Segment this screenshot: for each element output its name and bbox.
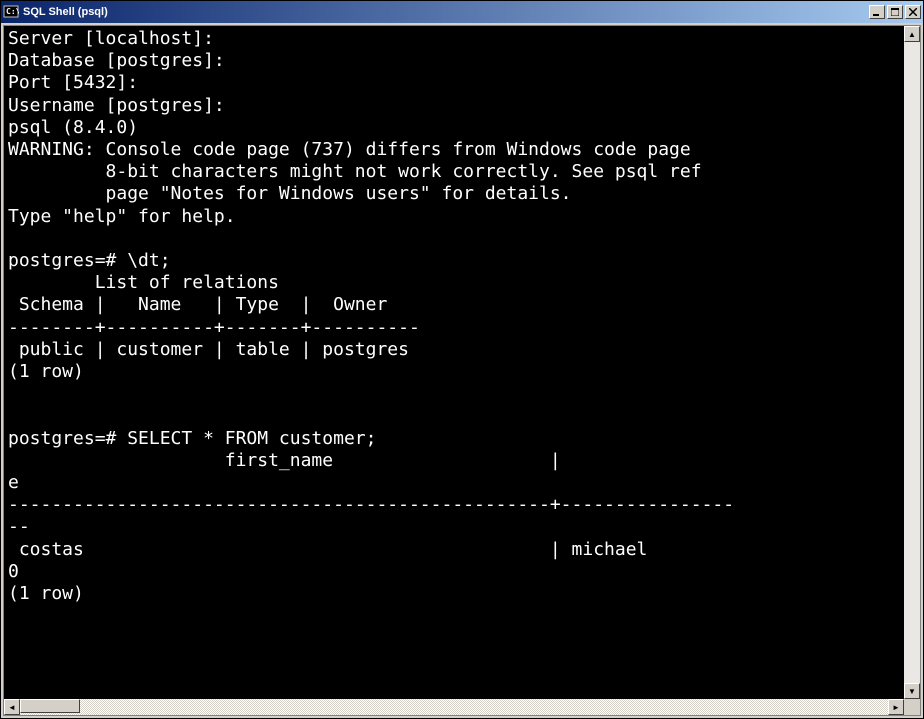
line-username: Username [postgres]:: [8, 95, 225, 116]
line-warning3: page "Notes for Windows users" for detai…: [8, 183, 572, 204]
line-dt-sep: --------+----------+-------+----------: [8, 317, 420, 338]
minimize-button[interactable]: [869, 5, 885, 19]
line-port: Port [5432]:: [8, 72, 138, 93]
line-select-header: first_name |: [8, 450, 647, 471]
line-dt-title: List of relations: [8, 272, 279, 293]
scroll-right-button[interactable]: ►: [888, 699, 904, 715]
scroll-down-button[interactable]: ▼: [904, 683, 920, 699]
hscroll-thumb[interactable]: [20, 699, 80, 713]
psql-window: C:\ SQL Shell (psql) Server [localhost]:…: [0, 0, 924, 719]
client-area: Server [localhost]: Database [postgres]:…: [3, 25, 921, 716]
line-dt-header: Schema | Name | Type | Owner: [8, 294, 387, 315]
window-title: SQL Shell (psql): [23, 6, 869, 18]
horizontal-scrollbar[interactable]: ◄ ►: [4, 699, 920, 715]
line-server: Server [localhost]:: [8, 28, 214, 49]
scroll-left-button[interactable]: ◄: [4, 699, 20, 715]
terminal-wrap: Server [localhost]: Database [postgres]:…: [4, 26, 920, 699]
line-select-count: (1 row): [8, 583, 84, 604]
line-select-cmd: postgres=# SELECT * FROM customer;: [8, 428, 376, 449]
window-controls: [869, 5, 921, 19]
maximize-button[interactable]: [887, 5, 903, 19]
line-help: Type "help" for help.: [8, 206, 236, 227]
titlebar[interactable]: C:\ SQL Shell (psql): [1, 1, 923, 23]
vertical-scrollbar[interactable]: ▲ ▼: [904, 26, 920, 699]
close-button[interactable]: [905, 5, 921, 19]
line-select-sep2: --: [8, 516, 30, 537]
hscroll-track[interactable]: [20, 699, 888, 715]
line-select-header2: e: [8, 472, 19, 493]
line-select-row: costas | michael: [8, 539, 647, 560]
line-dt-cmd: postgres=# \dt;: [8, 250, 171, 271]
line-database: Database [postgres]:: [8, 50, 225, 71]
terminal[interactable]: Server [localhost]: Database [postgres]:…: [4, 26, 904, 699]
line-version: psql (8.4.0): [8, 117, 138, 138]
scrollbar-corner: [904, 699, 920, 715]
svg-text:C:\: C:\: [6, 7, 19, 16]
scroll-up-button[interactable]: ▲: [904, 26, 920, 42]
line-dt-count: (1 row): [8, 361, 84, 382]
line-warning2: 8-bit characters might not work correctl…: [8, 161, 702, 182]
line-select-sep: ----------------------------------------…: [8, 494, 734, 515]
line-dt-row: public | customer | table | postgres: [8, 339, 409, 360]
vscroll-track[interactable]: [904, 42, 920, 683]
app-icon: C:\: [3, 4, 19, 20]
line-warning1: WARNING: Console code page (737) differs…: [8, 139, 702, 160]
line-select-row2: 0: [8, 561, 19, 582]
